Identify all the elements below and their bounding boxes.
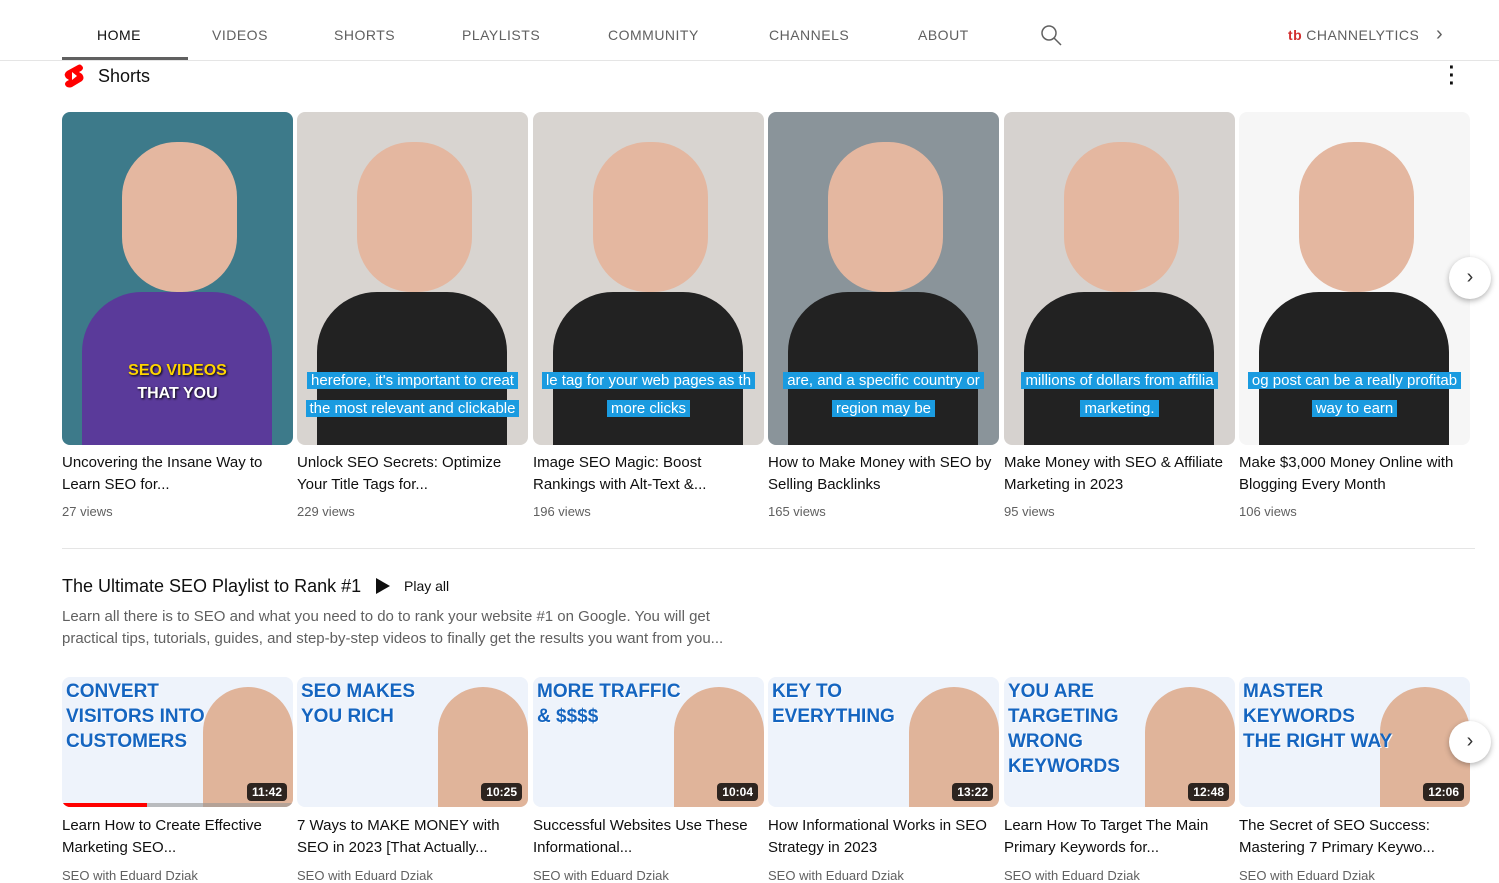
- playlist-title[interactable]: The Ultimate SEO Playlist to Rank #1: [62, 576, 361, 597]
- short-title[interactable]: Uncovering the Insane Way to Learn SEO f…: [62, 452, 287, 496]
- playlist-next-button[interactable]: ›: [1449, 721, 1491, 763]
- video-title[interactable]: Learn How to Create Effective Marketing …: [62, 815, 287, 859]
- thumbnail-text: MASTER KEYWORDS THE RIGHT WAY: [1243, 681, 1393, 752]
- short-views: 106 views: [1239, 504, 1297, 519]
- tab-channels[interactable]: CHANNELS: [769, 27, 849, 43]
- short-title[interactable]: Make $3,000 Money Online with Blogging E…: [1239, 452, 1464, 496]
- thumbnail-text: SEO MAKES YOU RICH: [301, 681, 416, 727]
- shirt-image: [1024, 292, 1214, 445]
- short-views: 95 views: [1004, 504, 1055, 519]
- short-caption: SEO VIDEOS: [128, 362, 227, 379]
- shorts-title: Shorts: [98, 65, 151, 86]
- channel-nav: HOME VIDEOS SHORTS PLAYLISTS COMMUNITY C…: [0, 0, 1499, 61]
- more-options-icon[interactable]: · · ·: [1445, 58, 1459, 94]
- video-duration: 10:25: [481, 783, 522, 801]
- tab-home[interactable]: HOME: [97, 27, 141, 43]
- channelytics-logo: tb: [1288, 27, 1303, 43]
- section-divider: [62, 548, 1475, 549]
- thumbnail-text: CONVERT VISITORS INTO CUSTOMERS: [66, 681, 205, 752]
- thumbnail-text: KEY TO EVERYTHING: [772, 681, 895, 727]
- shirt-image: [1259, 292, 1449, 445]
- video-title[interactable]: 7 Ways to MAKE MONEY with SEO in 2023 [T…: [297, 815, 522, 859]
- short-caption: more clicks: [606, 400, 690, 417]
- short-title[interactable]: Unlock SEO Secrets: Optimize Your Title …: [297, 452, 522, 496]
- channelytics-button[interactable]: tb CHANNELYTICS: [1288, 27, 1418, 43]
- short-thumbnail[interactable]: herefore, it's important to creat the mos…: [297, 112, 528, 445]
- person-image: [1299, 142, 1414, 292]
- video-thumbnail[interactable]: MASTER KEYWORDS THE RIGHT WAY 12:06: [1239, 677, 1470, 807]
- tab-about[interactable]: ABOUT: [918, 27, 969, 43]
- tab-videos[interactable]: VIDEOS: [212, 27, 268, 43]
- short-caption: region may be: [831, 400, 936, 417]
- shirt-image: [788, 292, 978, 445]
- video-thumbnail[interactable]: KEY TO EVERYTHING 13:22: [768, 677, 999, 807]
- video-title[interactable]: How Informational Works in SEO Strategy …: [768, 815, 993, 859]
- short-thumbnail[interactable]: SEO VIDEOS THAT YOU: [62, 112, 293, 445]
- thumbnail-text: YOU ARE TARGETING WRONG KEYWORDS: [1008, 681, 1120, 777]
- short-thumbnail[interactable]: og post can be a really profitab way to e…: [1239, 112, 1470, 445]
- search-icon[interactable]: [1040, 24, 1062, 46]
- shorts-header: Shorts: [62, 63, 150, 89]
- video-duration: 12:06: [1423, 783, 1464, 801]
- play-all-label: Play all: [404, 578, 450, 594]
- video-thumbnail[interactable]: SEO MAKES YOU RICH 10:25: [297, 677, 528, 807]
- short-caption: way to earn: [1311, 400, 1398, 417]
- tab-shorts[interactable]: SHORTS: [334, 27, 395, 43]
- playlist-description: Learn all there is to SEO and what you n…: [62, 608, 724, 647]
- short-thumbnail[interactable]: le tag for your web pages as th more clic…: [533, 112, 764, 445]
- chevron-right-icon[interactable]: ›: [1436, 23, 1443, 46]
- short-caption: le tag for your web pages as th: [541, 372, 756, 389]
- video-duration: 13:22: [952, 783, 993, 801]
- video-thumbnail[interactable]: CONVERT VISITORS INTO CUSTOMERS 11:42: [62, 677, 293, 807]
- person-image: [122, 142, 237, 292]
- active-tab-indicator: [62, 57, 188, 60]
- play-icon: [376, 578, 390, 594]
- short-caption: herefore, it's important to creat: [307, 372, 518, 389]
- channelytics-label: CHANNELYTICS: [1306, 27, 1418, 43]
- tab-playlists[interactable]: PLAYLISTS: [462, 27, 540, 43]
- person-image: [593, 142, 708, 292]
- tab-community[interactable]: COMMUNITY: [608, 27, 699, 43]
- shorts-icon: [64, 64, 84, 88]
- short-thumbnail[interactable]: millions of dollars from affilia marketin…: [1004, 112, 1235, 445]
- shirt-image: [553, 292, 743, 445]
- short-views: 165 views: [768, 504, 826, 519]
- short-caption: are, and a specific country or: [783, 372, 984, 389]
- short-caption: marketing.: [1080, 400, 1159, 417]
- short-title[interactable]: Make Money with SEO & Affiliate Marketin…: [1004, 452, 1229, 496]
- short-title[interactable]: How to Make Money with SEO by Selling Ba…: [768, 452, 993, 496]
- short-title[interactable]: Image SEO Magic: Boost Rankings with Alt…: [533, 452, 758, 496]
- person-image: [828, 142, 943, 292]
- video-thumbnail[interactable]: MORE TRAFFIC & $$$$ 10:04: [533, 677, 764, 807]
- watch-progress-bar: [62, 803, 293, 807]
- short-views: 196 views: [533, 504, 591, 519]
- short-caption: THAT YOU: [137, 385, 218, 402]
- short-thumbnail[interactable]: are, and a specific country or region may…: [768, 112, 999, 445]
- video-title[interactable]: Learn How To Target The Main Primary Key…: [1004, 815, 1229, 859]
- short-caption: og post can be a really profitab: [1247, 372, 1462, 389]
- short-caption: the most relevant and clickable: [305, 400, 520, 417]
- thumbnail-text: MORE TRAFFIC & $$$$: [537, 681, 681, 727]
- video-duration: 12:48: [1188, 783, 1229, 801]
- video-title[interactable]: Successful Websites Use These Informatio…: [533, 815, 758, 859]
- short-caption: millions of dollars from affilia: [1021, 372, 1218, 389]
- shirt-image: [317, 292, 507, 445]
- play-all-button[interactable]: Play all: [376, 578, 449, 594]
- short-views: 229 views: [297, 504, 355, 519]
- short-views: 27 views: [62, 504, 113, 519]
- video-duration: 10:04: [717, 783, 758, 801]
- shorts-next-button[interactable]: ›: [1449, 257, 1491, 299]
- person-image: [357, 142, 472, 292]
- person-image: [1064, 142, 1179, 292]
- video-title[interactable]: The Secret of SEO Success: Mastering 7 P…: [1239, 815, 1464, 859]
- video-thumbnail[interactable]: YOU ARE TARGETING WRONG KEYWORDS 12:48: [1004, 677, 1235, 807]
- video-duration: 11:42: [246, 783, 287, 801]
